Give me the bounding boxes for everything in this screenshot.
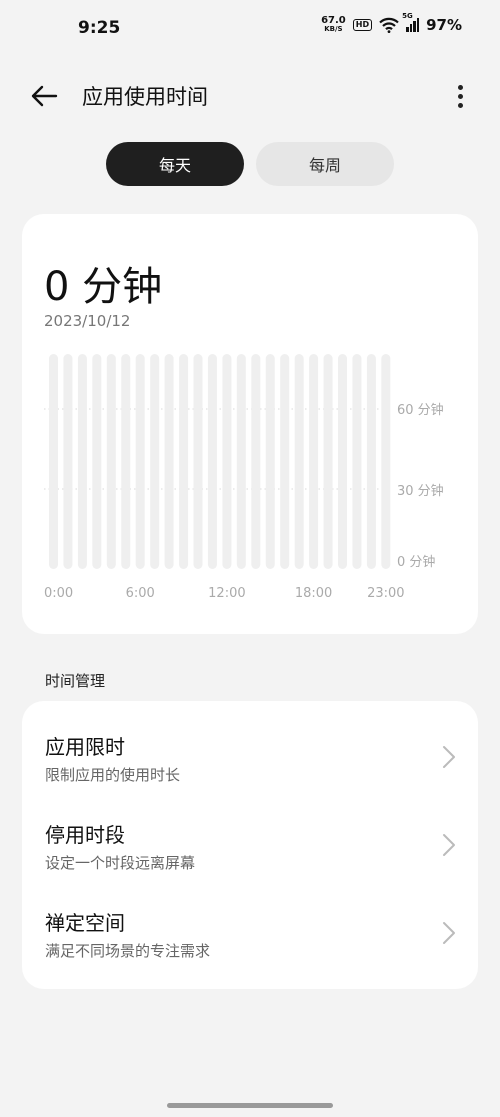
chevron-right-icon — [443, 834, 455, 856]
period-tabs: 每天 每周 — [0, 142, 500, 186]
back-button[interactable] — [28, 80, 60, 112]
bar-track — [77, 354, 87, 569]
bar-track — [294, 354, 304, 569]
home-indicator[interactable] — [167, 1103, 333, 1108]
x-tick-label: 0:00 — [44, 586, 73, 601]
chevron-right-icon — [443, 746, 455, 768]
list-item-app-limits[interactable]: 应用限时 限制应用的使用时长 — [22, 701, 478, 789]
network-speed-value: 67.0 — [321, 15, 346, 26]
section-title-time-management: 时间管理 — [45, 672, 106, 690]
x-tick-label: 23:00 — [367, 586, 404, 601]
bar-track — [381, 354, 391, 569]
list-item-subtitle: 满足不同场景的专注需求 — [45, 942, 211, 960]
bar-track — [92, 354, 102, 569]
bar-track — [338, 354, 347, 569]
signal-icon: 5G — [402, 12, 420, 32]
list-item-title: 禅定空间 — [45, 911, 125, 935]
bar-track — [222, 354, 232, 569]
bar-track — [164, 354, 174, 569]
hd-icon: HD — [352, 19, 373, 31]
list-item-subtitle: 设定一个时段远离屏幕 — [45, 854, 196, 872]
bar-track — [121, 354, 131, 569]
bar-track — [207, 354, 217, 569]
more-vertical-icon — [457, 84, 463, 90]
bar-track — [309, 354, 319, 569]
bar-track — [251, 354, 261, 569]
network-speed: 67.0 KB/S — [321, 16, 346, 34]
bar-track — [236, 354, 246, 569]
status-bar: 9:25 67.0 KB/S HD 5G 97% — [0, 0, 500, 58]
list-item-title: 应用限时 — [45, 735, 125, 759]
bar-track — [135, 354, 145, 569]
status-icons: 67.0 KB/S HD 5G 97% — [321, 12, 462, 34]
usage-card: 60 分钟 30 分钟 0 分钟 0:00 6:00 12:00 18:00 23:00 0 … — [22, 214, 478, 634]
y-tick-label: 0 分钟 — [397, 554, 435, 570]
y-tick-label: 60 分钟 — [397, 402, 444, 418]
more-options-button[interactable] — [450, 80, 470, 112]
list-item-subtitle: 限制应用的使用时长 — [45, 766, 181, 784]
x-tick-label: 18:00 — [295, 586, 332, 601]
tab-weekly[interactable]: 每周 — [256, 142, 394, 186]
bar-track — [280, 354, 290, 569]
usage-date: 2023/10/12 — [44, 312, 131, 330]
battery-level: 97% — [426, 16, 462, 34]
app-header: 应用使用时间 — [0, 68, 500, 124]
bar-track — [150, 354, 160, 569]
bar-track — [323, 354, 333, 569]
bar-track — [193, 354, 203, 569]
x-tick-label: 6:00 — [126, 586, 155, 601]
signal-tag: 5G — [402, 12, 413, 20]
wifi-icon — [379, 17, 399, 33]
bar-track — [179, 354, 189, 569]
time-management-list: 应用限时 限制应用的使用时长 停用时段 设定一个时段远离屏幕 禅定空间 满足不同… — [22, 701, 478, 989]
bar-track — [265, 354, 275, 569]
bar-track — [49, 354, 58, 569]
list-item-downtime[interactable]: 停用时段 设定一个时段远离屏幕 — [22, 789, 478, 877]
network-speed-unit: KB/S — [324, 25, 343, 33]
tab-daily[interactable]: 每天 — [106, 142, 244, 186]
x-tick-label: 12:00 — [208, 586, 245, 601]
list-item-title: 停用时段 — [45, 823, 125, 847]
list-item-focus-space[interactable]: 禅定空间 满足不同场景的专注需求 — [22, 877, 478, 965]
page-title: 应用使用时间 — [82, 85, 208, 109]
arrow-left-icon — [31, 85, 58, 107]
status-time: 9:25 — [78, 18, 121, 38]
total-usage-time: 0 分钟 — [44, 264, 163, 310]
bar-track — [63, 354, 73, 569]
bar-track — [366, 354, 376, 569]
chevron-right-icon — [443, 922, 455, 944]
y-tick-label: 30 分钟 — [397, 483, 444, 499]
bar-track — [106, 354, 116, 569]
bar-track — [352, 354, 362, 569]
